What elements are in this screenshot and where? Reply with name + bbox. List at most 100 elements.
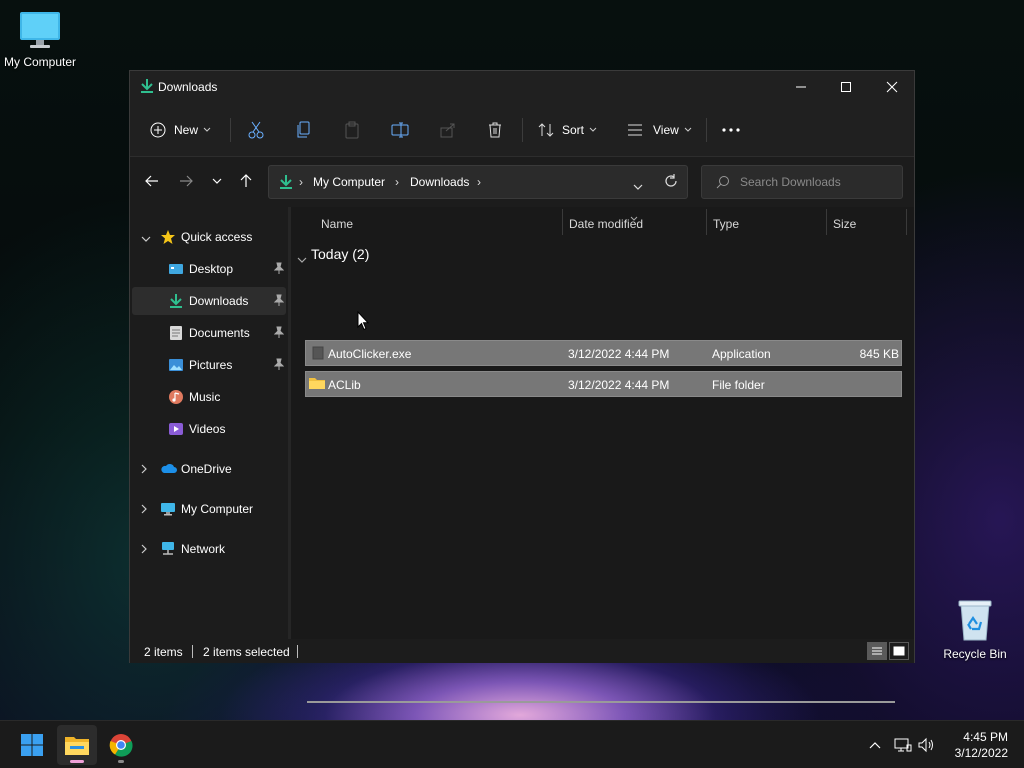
- nav-item-documents[interactable]: Documents: [132, 319, 286, 347]
- column-divider[interactable]: [562, 209, 563, 235]
- volume-icon: [918, 737, 933, 753]
- toolbar-divider: [230, 118, 231, 142]
- column-header-name[interactable]: Name: [321, 217, 353, 231]
- chevron-down-icon: [589, 127, 597, 132]
- file-date: 3/12/2022 4:44 PM: [568, 378, 670, 392]
- nav-item-label: Downloads: [189, 294, 249, 308]
- paste-icon: [345, 121, 359, 139]
- search-input[interactable]: [740, 174, 890, 190]
- nav-item-onedrive[interactable]: OneDrive: [132, 455, 286, 483]
- mouse-cursor-icon: [357, 310, 370, 334]
- details-view-icon: [872, 647, 882, 655]
- new-button[interactable]: New: [150, 115, 211, 145]
- documents-icon: [168, 325, 184, 341]
- column-header-date-modified[interactable]: Date modified: [569, 217, 643, 231]
- file-row[interactable]: AutoClicker.exe 3/12/2022 4:44 PM Applic…: [305, 340, 902, 366]
- cut-button[interactable]: [248, 115, 264, 145]
- back-button[interactable]: [140, 169, 164, 193]
- file-date: 3/12/2022 4:44 PM: [568, 347, 670, 361]
- share-button[interactable]: [440, 115, 456, 145]
- maximize-button[interactable]: [823, 71, 869, 103]
- nav-quick-access[interactable]: Quick access: [132, 223, 286, 251]
- chevron-right-icon[interactable]: [141, 503, 147, 517]
- nav-item-label: OneDrive: [181, 462, 232, 476]
- paste-button[interactable]: [344, 115, 360, 145]
- recent-locations-button[interactable]: [205, 169, 229, 193]
- nav-item-pictures[interactable]: Pictures: [132, 351, 286, 379]
- nav-item-downloads[interactable]: Downloads: [132, 287, 286, 315]
- pictures-icon: [168, 357, 184, 373]
- cut-icon: [248, 121, 264, 139]
- desktop-icon-recycle-bin[interactable]: Recycle Bin: [935, 598, 1015, 661]
- chevron-down-icon[interactable]: [141, 231, 151, 245]
- volume-button[interactable]: [918, 736, 936, 754]
- nav-item-music[interactable]: Music: [132, 383, 286, 411]
- start-button[interactable]: [12, 725, 52, 765]
- refresh-icon[interactable]: [664, 174, 678, 191]
- column-header-size[interactable]: Size: [833, 217, 856, 231]
- network-status-button[interactable]: [894, 736, 912, 754]
- delete-button[interactable]: [487, 115, 503, 145]
- file-list: Name Date modified Type Size Today (2) A…: [291, 207, 914, 703]
- command-bar: New Sort View: [130, 103, 914, 157]
- address-dropdown-icon[interactable]: [633, 179, 643, 193]
- sort-button[interactable]: Sort: [538, 115, 597, 145]
- file-explorer-icon: [65, 737, 89, 755]
- tiles-view-button[interactable]: [889, 642, 909, 660]
- computer-icon: [20, 12, 60, 48]
- minimize-button[interactable]: [778, 71, 824, 103]
- status-bar: 2 items 2 items selected: [130, 639, 914, 663]
- taskbar-chrome[interactable]: [101, 725, 141, 765]
- more-button[interactable]: [722, 115, 740, 145]
- new-label: New: [174, 123, 199, 137]
- nav-item-label: Desktop: [189, 262, 234, 276]
- taskbar-file-explorer[interactable]: [57, 725, 97, 765]
- column-divider[interactable]: [706, 209, 707, 235]
- more-icon: [722, 128, 740, 132]
- breadcrumb-downloads[interactable]: Downloads: [410, 175, 469, 189]
- nav-item-videos[interactable]: Videos: [132, 415, 286, 443]
- copy-button[interactable]: [296, 115, 312, 145]
- details-view-button[interactable]: [867, 642, 887, 660]
- nav-item-desktop[interactable]: Desktop: [132, 255, 286, 283]
- status-divider: [192, 645, 193, 658]
- sort-label: Sort: [562, 123, 585, 137]
- start-icon: [21, 734, 43, 756]
- desktop-icon-my-computer[interactable]: My Computer: [0, 10, 80, 69]
- videos-icon: [168, 421, 184, 437]
- taskbar-clock[interactable]: 4:45 PM 3/12/2022: [938, 729, 1008, 761]
- file-row[interactable]: ACLib 3/12/2022 4:44 PM File folder: [305, 371, 902, 397]
- group-collapse-icon[interactable]: [297, 252, 307, 266]
- address-bar[interactable]: › My Computer › Downloads ›: [268, 165, 688, 199]
- network-wired-icon: [894, 738, 912, 752]
- show-hidden-icons-button[interactable]: [866, 736, 884, 754]
- chevron-right-icon[interactable]: [141, 543, 147, 557]
- selected-count: 2 items selected: [203, 645, 290, 659]
- taskbar: 4:45 PM 3/12/2022: [0, 720, 1024, 768]
- up-button[interactable]: [234, 169, 258, 193]
- star-icon: [160, 229, 176, 245]
- toolbar-divider: [706, 118, 707, 142]
- music-icon: [168, 389, 184, 405]
- chevron-down-icon: [203, 127, 211, 132]
- search-box[interactable]: [701, 165, 903, 199]
- copy-icon: [297, 121, 310, 138]
- column-header-type[interactable]: Type: [713, 217, 739, 231]
- breadcrumb-my-computer[interactable]: My Computer: [313, 175, 385, 189]
- running-indicator: [70, 760, 84, 763]
- close-button[interactable]: [869, 71, 915, 103]
- sort-icon: [538, 123, 554, 137]
- file-size: 845 KB: [859, 347, 899, 361]
- horizontal-scrollbar[interactable]: [307, 701, 895, 703]
- column-divider[interactable]: [906, 209, 907, 235]
- view-label: View: [653, 123, 679, 137]
- group-header-today[interactable]: Today (2): [311, 246, 369, 262]
- rename-button[interactable]: [391, 115, 409, 145]
- chevron-right-icon[interactable]: [141, 463, 147, 477]
- nav-item-network[interactable]: Network: [132, 535, 286, 563]
- column-divider[interactable]: [826, 209, 827, 235]
- title-bar[interactable]: Downloads: [130, 71, 914, 103]
- view-button[interactable]: View: [627, 115, 692, 145]
- nav-item-my-computer[interactable]: My Computer: [132, 495, 286, 523]
- forward-button[interactable]: [174, 169, 198, 193]
